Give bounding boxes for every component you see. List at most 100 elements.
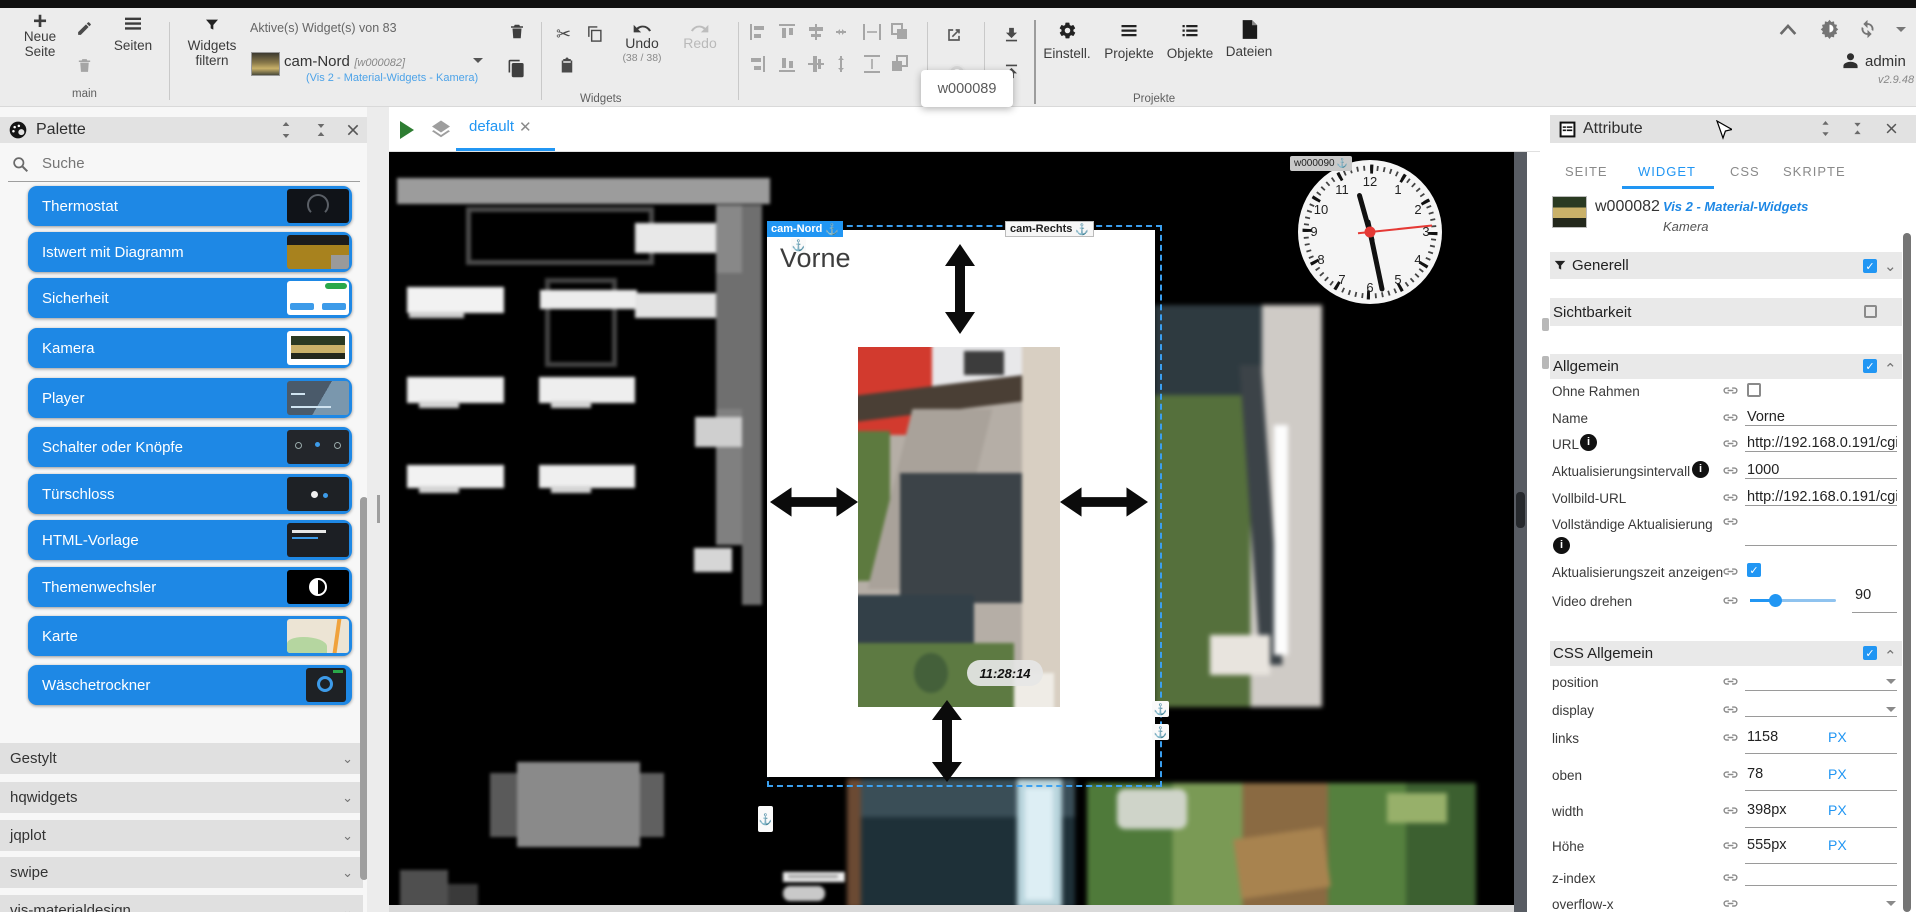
position-select[interactable] [1886, 679, 1896, 684]
info-icon[interactable]: i [1580, 434, 1597, 451]
links-unit-button[interactable]: PX [1828, 729, 1847, 745]
interval-input[interactable]: 1000 [1747, 462, 1897, 478]
chevron-up-icon[interactable]: ⌃ [1884, 647, 1897, 665]
palette-item-kamera[interactable]: Kamera [28, 328, 352, 368]
cam-nord-chip[interactable]: cam-Nord ⚓ [767, 221, 844, 237]
edit-page-button[interactable] [76, 20, 93, 37]
link-icon[interactable] [1722, 804, 1739, 817]
objects-button[interactable]: Objekte [1163, 24, 1217, 61]
link-icon[interactable] [1722, 675, 1739, 688]
filter-widgets-button[interactable]: Widgets filtern [184, 16, 240, 68]
palette-group-swipe[interactable]: swipe ⌄ [0, 857, 363, 888]
distribute-vertical-icon[interactable] [838, 56, 844, 72]
move-right-arrow[interactable] [1060, 485, 1148, 519]
palette-item-tuerschloss[interactable]: Türschloss [28, 474, 352, 514]
link-icon[interactable] [1722, 491, 1739, 504]
link-icon[interactable] [1722, 411, 1739, 424]
palette-collapse-button[interactable] [313, 120, 329, 140]
clock-widget[interactable]: 12 1 2 3 4 5 6 7 8 9 10 11 [1295, 157, 1445, 307]
new-page-button[interactable]: + Neue Seite [14, 10, 66, 60]
tab-default[interactable]: default [469, 118, 514, 135]
zeit-anzeigen-checkbox[interactable]: ✓ [1747, 563, 1761, 577]
width-unit-button[interactable]: PX [1828, 802, 1847, 818]
section-sichtbarkeit[interactable]: Sichtbarkeit [1550, 298, 1902, 326]
section-allgemein[interactable]: Allgemein [1550, 354, 1902, 379]
link-icon[interactable] [1722, 703, 1739, 716]
pages-button[interactable]: Seiten [105, 16, 161, 53]
palette-item-thermostat[interactable]: Thermostat [28, 186, 352, 226]
tab-skripte[interactable]: SKRIPTE [1783, 164, 1846, 179]
align-bottom-icon[interactable] [779, 58, 795, 72]
link-icon[interactable] [1722, 594, 1739, 607]
palette-group-gestylt[interactable]: Gestylt ⌄ [0, 743, 363, 774]
vollbild-url-input[interactable]: http://192.168.0.191/cgi-bi [1747, 489, 1897, 505]
ohne-rahmen-checkbox[interactable] [1747, 383, 1761, 397]
generell-checkbox[interactable]: ✓ [1863, 259, 1877, 273]
palette-item-sicherheit[interactable]: Sicherheit [28, 278, 352, 318]
layers-button[interactable] [429, 117, 453, 142]
search-input[interactable] [40, 154, 294, 173]
refresh-button[interactable] [1857, 19, 1878, 39]
canvas-horizontal-scrollbar[interactable] [389, 905, 1514, 912]
collapse-toolbar-button[interactable] [1778, 22, 1798, 36]
name-input[interactable]: Vorne [1747, 409, 1897, 425]
link-icon[interactable] [1722, 384, 1739, 397]
view-canvas[interactable]: Vorne 11:28:14 cam-Nord ⚓ ⚓ cam-Rechts ⚓… [389, 152, 1527, 912]
link-icon[interactable] [1722, 515, 1739, 528]
width-input[interactable]: 398px [1747, 802, 1787, 818]
clock-widget-chip[interactable]: w000090 ⚓ [1290, 156, 1352, 171]
link-icon[interactable] [1722, 437, 1739, 450]
oben-unit-button[interactable]: PX [1828, 766, 1847, 782]
palette-item-karte[interactable]: Karte [28, 616, 352, 656]
attributes-scrollbar[interactable] [1903, 233, 1911, 912]
align-top-icon[interactable] [779, 24, 795, 38]
attributes-expand-button[interactable] [1818, 119, 1833, 138]
palette-group-hqwidgets[interactable]: hqwidgets ⌄ [0, 782, 363, 813]
panel-splitter[interactable] [367, 107, 389, 912]
link-icon[interactable] [1722, 731, 1739, 744]
attributes-close-button[interactable] [1884, 119, 1899, 138]
link-icon[interactable] [1722, 464, 1739, 477]
palette-group-jqplot[interactable]: jqplot ⌄ [0, 820, 363, 851]
palette-item-html-vorlage[interactable]: HTML-Vorlage [28, 520, 352, 560]
scrollbar-thumb[interactable] [1516, 492, 1525, 528]
run-view-button[interactable] [400, 121, 414, 139]
send-back-icon[interactable] [892, 55, 908, 71]
link-icon[interactable] [1722, 897, 1739, 910]
palette-item-istwert[interactable]: Istwert mit Diagramm [28, 232, 352, 272]
section-generell[interactable]: Generell [1550, 252, 1902, 279]
tab-css[interactable]: CSS [1730, 164, 1760, 179]
palette-item-schalter[interactable]: Schalter oder Knöpfe [28, 427, 352, 467]
delete-widget-button[interactable] [508, 21, 526, 42]
anchor-toggle[interactable]: ⚓ [1152, 724, 1169, 740]
chevron-down-icon[interactable]: ⌄ [1884, 257, 1897, 275]
clone-widget-button[interactable] [507, 58, 526, 79]
link-icon[interactable] [1722, 768, 1739, 781]
anchor-toggle[interactable]: ⚓ [1152, 701, 1169, 717]
overflowx-select[interactable] [1886, 901, 1896, 906]
attributes-collapse-button[interactable] [1850, 119, 1865, 138]
splitter-button[interactable] [1542, 356, 1549, 369]
match-height-icon[interactable] [864, 55, 880, 73]
move-down-arrow[interactable] [930, 700, 964, 782]
hoehe-input[interactable]: 555px [1747, 837, 1787, 853]
move-up-down-arrow[interactable] [943, 244, 977, 334]
cam-rechts-chip[interactable]: cam-Rechts ⚓ [1005, 221, 1095, 237]
css-allgemein-checkbox[interactable]: ✓ [1863, 646, 1877, 660]
projects-button[interactable]: Projekte [1100, 24, 1158, 61]
import-widgets-button[interactable] [1002, 25, 1021, 45]
user-avatar[interactable] [1842, 53, 1859, 69]
center-vertical-icon[interactable] [808, 56, 824, 72]
tab-widget[interactable]: WIDGET [1638, 164, 1696, 179]
canvas-vertical-scrollbar[interactable] [1514, 152, 1527, 912]
undo-button[interactable]: Undo (38 / 38) [620, 22, 664, 66]
link-icon[interactable] [1722, 565, 1739, 578]
center-horizontal-icon[interactable] [809, 24, 823, 40]
splitter-button[interactable] [1542, 318, 1549, 331]
links-input[interactable]: 1158 [1747, 729, 1778, 745]
bring-front-icon[interactable] [891, 23, 907, 39]
url-input[interactable]: http://192.168.0.191/cgi-bi [1747, 435, 1897, 451]
hoehe-unit-button[interactable]: PX [1828, 837, 1847, 853]
anchor-toggle[interactable]: ⚓ [791, 238, 806, 252]
palette-expand-button[interactable] [278, 120, 294, 140]
